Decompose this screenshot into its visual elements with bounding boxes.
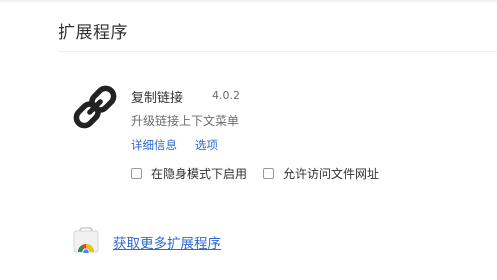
- allow-incognito-option[interactable]: 在隐身模式下启用: [131, 164, 247, 182]
- details-link[interactable]: 详细信息: [131, 137, 177, 153]
- extension-description: 升级链接上下文菜单: [131, 114, 240, 128]
- allow-file-urls-label: 允许访问文件网址: [283, 166, 380, 181]
- extension-version: 4.0.2: [212, 89, 240, 102]
- options-link[interactable]: 选项: [195, 137, 218, 153]
- title-divider: [58, 51, 497, 52]
- allow-incognito-label: 在隐身模式下启用: [151, 166, 248, 181]
- chain-link-icon: [70, 82, 120, 132]
- allow-incognito-checkbox[interactable]: [131, 167, 142, 179]
- allow-file-urls-checkbox[interactable]: [263, 167, 274, 179]
- extension-name: 复制链接: [131, 91, 184, 106]
- page-title: 扩展程序: [58, 23, 128, 43]
- top-edge-shadow: [0, 0, 497, 3]
- chrome-web-store-icon: [73, 227, 99, 256]
- allow-file-urls-option[interactable]: 允许访问文件网址: [263, 164, 379, 182]
- get-more-extensions-link[interactable]: 获取更多扩展程序: [113, 232, 221, 252]
